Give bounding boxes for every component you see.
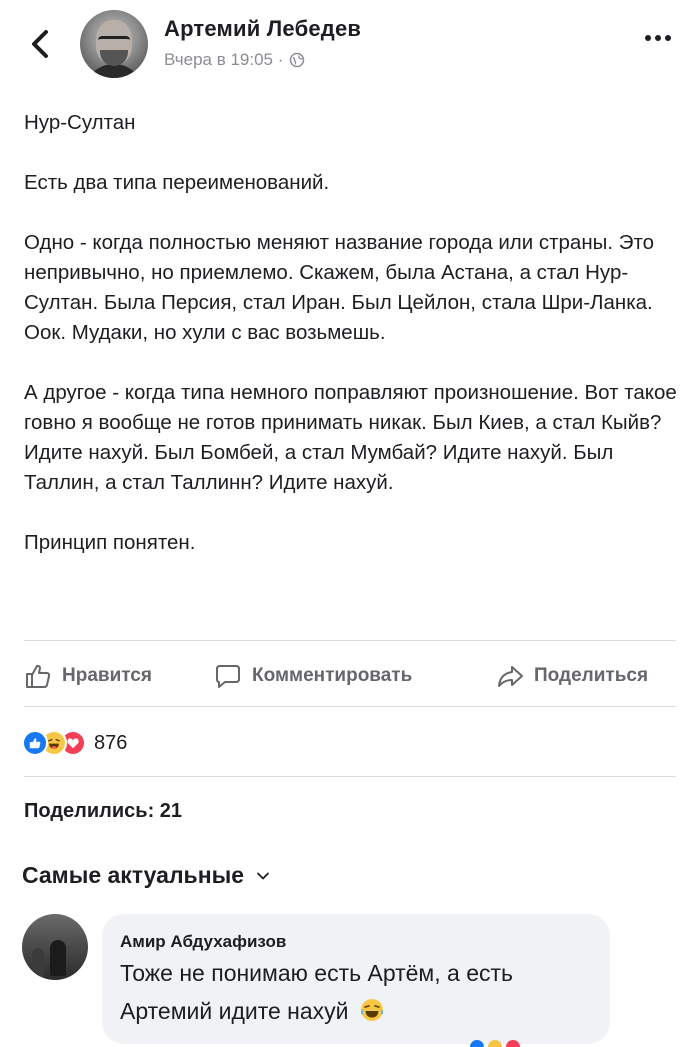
post-paragraph: Нур-Султан	[24, 111, 136, 134]
post-actions: Нравится Комментировать Поделиться	[24, 654, 684, 698]
comment-icon	[216, 665, 240, 688]
reactions-count: 876	[94, 731, 128, 754]
globe-icon	[290, 52, 305, 68]
share-arrow-icon	[498, 666, 523, 687]
divider	[24, 640, 676, 641]
comments-sort-dropdown[interactable]: Самые актуальные	[22, 862, 270, 889]
comment-bubble: Амир Абдухафизов Тоже не понимаю есть Ар…	[102, 914, 610, 1044]
like-button[interactable]: Нравится	[24, 662, 152, 690]
post-timestamp[interactable]: Вчера в 19:05 ·	[164, 50, 283, 70]
commenter-name[interactable]: Амир Абдухафизов	[120, 932, 592, 952]
share-label: Поделиться	[534, 665, 649, 686]
chevron-down-icon	[257, 872, 269, 879]
thumbs-up-icon	[26, 664, 51, 688]
shares-count[interactable]: Поделились: 21	[24, 800, 182, 823]
post-text: Нур-Султан Есть два типа переименований.…	[24, 108, 684, 558]
share-button[interactable]: Поделиться	[496, 662, 648, 690]
back-button[interactable]	[26, 24, 56, 64]
divider	[24, 706, 676, 707]
author-name[interactable]: Артемий Лебедев	[164, 16, 361, 42]
comment-text: Тоже не понимаю есть Артём, а есть Артем…	[120, 954, 592, 1030]
comment-body: Тоже не понимаю есть Артём, а есть Артем…	[120, 960, 514, 1024]
post-paragraph: А другое - когда типа немного поправляют…	[24, 381, 677, 494]
like-reaction-icon	[22, 730, 48, 756]
post-paragraph: Есть два типа переименований.	[24, 171, 330, 194]
comment-reactions-peek	[470, 1040, 520, 1047]
comment-button[interactable]: Комментировать	[214, 662, 412, 690]
reactions-summary[interactable]: 876	[22, 728, 127, 758]
divider	[24, 776, 676, 777]
like-label: Нравится	[62, 665, 152, 686]
more-horizontal-icon	[645, 35, 671, 41]
comments-sort-label: Самые актуальные	[22, 862, 245, 888]
post-paragraph: Одно - когда полностью меняют название г…	[24, 231, 655, 344]
chevron-left-icon	[32, 30, 48, 58]
post-paragraph: Принцип понятен.	[24, 531, 196, 554]
commenter-avatar[interactable]	[22, 914, 88, 980]
comment-label: Комментировать	[252, 665, 413, 686]
more-options-button[interactable]	[642, 28, 674, 48]
post-meta: Вчера в 19:05 ·	[164, 50, 305, 70]
author-avatar[interactable]	[80, 10, 148, 78]
post-header: Артемий Лебедев Вчера в 19:05 ·	[0, 0, 700, 88]
laughing-tears-emoji-icon	[360, 999, 383, 1021]
